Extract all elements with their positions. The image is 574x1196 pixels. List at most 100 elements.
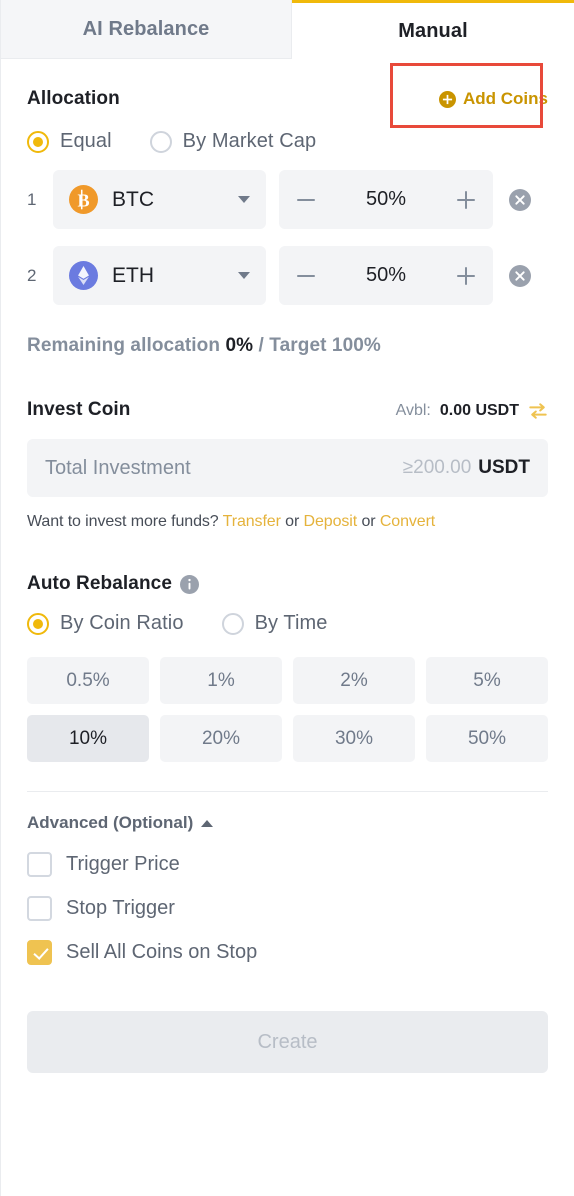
coin-selector-eth[interactable]: ETH <box>53 246 266 305</box>
auto-rebalance-mode-by-time[interactable]: By Time <box>221 612 328 635</box>
radio-equal[interactable] <box>27 130 49 153</box>
increase-allocation-button[interactable] <box>439 170 493 229</box>
plus-icon <box>457 190 475 209</box>
total-investment-unit: USDT <box>478 457 530 478</box>
allocation-stepper: 50% <box>279 170 493 229</box>
checkbox-sell-all-coins-on-stop[interactable] <box>27 940 52 965</box>
chevron-down-icon <box>238 196 250 203</box>
checkbox-trigger-price[interactable] <box>27 852 52 877</box>
total-investment-input[interactable]: Total Investment ≥200.00 USDT <box>27 439 548 497</box>
minus-icon <box>297 198 315 201</box>
tab-ai-rebalance-label: AI Rebalance <box>82 17 210 40</box>
bitcoin-icon: B <box>69 185 98 214</box>
available-balance: Avbl: 0.00 USDT <box>396 401 548 421</box>
remaining-allocation-value: 0% <box>225 335 254 356</box>
advanced-option-stop-trigger-label: Stop Trigger <box>66 897 175 919</box>
threshold-button-0-5[interactable]: 0.5% <box>27 657 149 704</box>
allocation-title: Allocation <box>27 88 120 109</box>
coin-index: 2 <box>27 265 37 285</box>
auto-rebalance-mode-by-coin-ratio-label: By Coin Ratio <box>60 612 184 634</box>
or-separator-1: or <box>280 513 304 530</box>
ethereum-icon <box>69 261 98 290</box>
coin-selector-btc[interactable]: B BTC <box>53 170 266 229</box>
advanced-divider <box>27 791 548 792</box>
more-funds-text: Want to invest more funds? <box>27 513 219 530</box>
add-coins-button[interactable]: Add Coins <box>439 89 548 109</box>
coin-row: 2 ETH 50% <box>27 246 548 305</box>
remove-coin-button[interactable] <box>509 264 531 287</box>
strategy-tabbar: AI Rebalance Manual <box>1 0 574 59</box>
coin-index: 1 <box>27 189 37 209</box>
or-separator-2: or <box>357 513 380 530</box>
allocation-mode-group: Equal By Market Cap <box>27 130 548 153</box>
create-button[interactable]: Create <box>27 1011 548 1073</box>
chevron-down-icon <box>238 272 250 279</box>
allocation-mode-by-market-cap-label: By Market Cap <box>182 130 317 152</box>
tab-manual-label: Manual <box>398 19 468 42</box>
remaining-allocation-suffix: / Target 100% <box>253 335 381 356</box>
add-coins-wrap: Add Coins <box>390 63 548 128</box>
threshold-button-1[interactable]: 1% <box>160 657 282 704</box>
plus-icon <box>457 266 475 285</box>
allocation-mode-equal-label: Equal <box>60 130 112 152</box>
threshold-button-10[interactable]: 10% <box>27 715 149 762</box>
transfer-link[interactable]: Transfer <box>223 513 281 530</box>
total-investment-placeholder: Total Investment <box>45 456 191 479</box>
close-circle-icon <box>509 188 531 211</box>
allocation-percent-value[interactable]: 50% <box>333 264 439 287</box>
coin-symbol: ETH <box>112 263 154 287</box>
chevron-up-icon <box>201 819 214 827</box>
threshold-button-5[interactable]: 5% <box>426 657 548 704</box>
close-circle-icon <box>509 264 531 287</box>
threshold-button-30[interactable]: 30% <box>293 715 415 762</box>
advanced-option-sell-all-coins-on-stop[interactable]: Sell All Coins on Stop <box>27 940 548 965</box>
allocation-mode-by-market-cap[interactable]: By Market Cap <box>149 130 317 153</box>
allocation-header: Allocation Add Coins <box>27 63 548 128</box>
auto-rebalance-title: Auto Rebalance <box>27 573 172 594</box>
invest-coin-header: Invest Coin Avbl: 0.00 USDT <box>27 399 548 421</box>
decrease-allocation-button[interactable] <box>279 170 333 229</box>
auto-rebalance-mode-group: By Coin Ratio By Time <box>27 612 548 635</box>
add-coins-label: Add Coins <box>463 89 548 108</box>
threshold-button-2[interactable]: 2% <box>293 657 415 704</box>
invest-coin-title: Invest Coin <box>27 399 131 420</box>
decrease-allocation-button[interactable] <box>279 246 333 305</box>
convert-link[interactable]: Convert <box>380 513 435 530</box>
threshold-button-20[interactable]: 20% <box>160 715 282 762</box>
allocation-stepper: 50% <box>279 246 493 305</box>
checkbox-stop-trigger[interactable] <box>27 896 52 921</box>
plus-circle-icon <box>439 90 456 108</box>
advanced-option-stop-trigger[interactable]: Stop Trigger <box>27 896 548 921</box>
advanced-option-trigger-price[interactable]: Trigger Price <box>27 852 548 877</box>
radio-by-time[interactable] <box>221 612 244 635</box>
radio-by-coin-ratio[interactable] <box>27 612 49 635</box>
svg-text:B: B <box>77 190 89 210</box>
allocation-mode-equal[interactable]: Equal <box>27 130 112 153</box>
advanced-toggle[interactable]: Advanced (Optional) <box>27 813 214 833</box>
advanced-title: Advanced (Optional) <box>27 813 194 832</box>
total-investment-minimum: ≥200.00 <box>402 457 472 478</box>
rebalancing-bot-panel: AI Rebalance Manual Allocation Add Coins <box>0 0 574 1196</box>
threshold-grid: 0.5% 1% 2% 5% 10% 20% 30% 50% <box>27 657 548 762</box>
advanced-option-sell-all-coins-on-stop-label: Sell All Coins on Stop <box>66 941 258 963</box>
auto-rebalance-mode-by-coin-ratio[interactable]: By Coin Ratio <box>27 612 184 635</box>
info-icon[interactable] <box>180 574 199 594</box>
more-funds-hint: Want to invest more funds? Transfer or D… <box>27 513 548 531</box>
coin-symbol: BTC <box>112 187 154 211</box>
coin-row: 1 B BTC 50% <box>27 170 548 229</box>
swap-icon[interactable] <box>528 401 548 421</box>
tab-manual[interactable]: Manual <box>292 0 574 59</box>
available-balance-value: 0.00 USDT <box>439 402 519 419</box>
increase-allocation-button[interactable] <box>439 246 493 305</box>
radio-by-market-cap[interactable] <box>149 130 172 153</box>
remove-coin-button[interactable] <box>509 188 531 211</box>
tab-ai-rebalance[interactable]: AI Rebalance <box>1 0 292 59</box>
allocation-percent-value[interactable]: 50% <box>333 188 439 211</box>
threshold-button-50[interactable]: 50% <box>426 715 548 762</box>
remaining-allocation-prefix: Remaining allocation <box>27 335 226 356</box>
deposit-link[interactable]: Deposit <box>304 513 358 530</box>
advanced-option-trigger-price-label: Trigger Price <box>66 853 180 875</box>
minus-icon <box>297 274 315 277</box>
remaining-allocation: Remaining allocation 0% / Target 100% <box>27 335 548 357</box>
auto-rebalance-mode-by-time-label: By Time <box>254 612 328 634</box>
